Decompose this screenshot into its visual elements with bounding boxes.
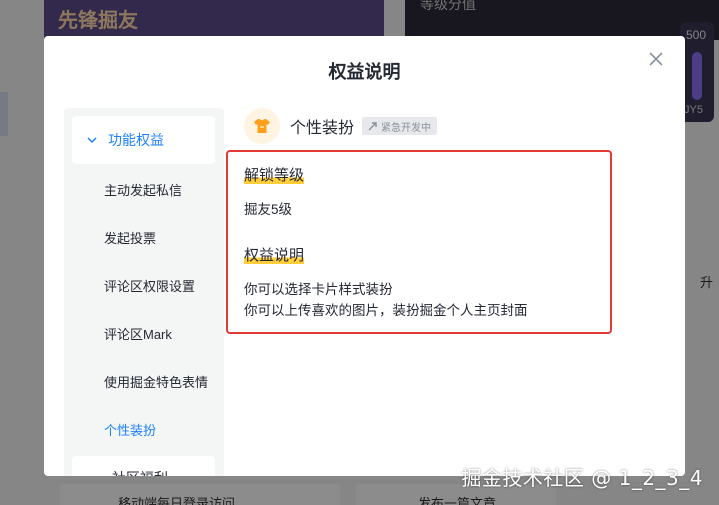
benefit-desc-title-text: 权益说明 [244, 247, 305, 264]
watermark-text: 掘金技术社区 @ 1_2_3_4 [461, 466, 703, 490]
sidebar-item-private-message[interactable]: 主动发起私信 [104, 180, 182, 199]
unlock-level-title: 解锁等级 [244, 164, 305, 185]
dev-status-badge: 紧急开发中 [362, 117, 438, 135]
modal-title: 权益说明 [328, 62, 401, 82]
sidebar-item-poll[interactable]: 发起投票 [104, 228, 156, 247]
tshirt-icon [254, 119, 270, 133]
unlock-level-title-text: 解锁等级 [244, 167, 305, 184]
sidebar-item-comment-permission[interactable]: 评论区权限设置 [104, 276, 195, 295]
feature-header: 个性装扮 紧急开发中 [244, 108, 438, 144]
benefit-desc-line-1: 你可以选择卡片样式装扮 [244, 282, 393, 297]
benefits-modal: 权益说明 功能权益 主动发起私信 发起投票 评论区权限设置 评论区Mark 使用… [44, 36, 685, 476]
sidebar-group-label: 功能权益 [108, 132, 164, 148]
unlock-level-value: 掘友5级 [244, 202, 293, 217]
sidebar-group-community-welfare[interactable]: 社区福利 [72, 456, 215, 476]
benefit-desc-title: 权益说明 [244, 244, 305, 265]
sidebar-group-feature-benefits[interactable]: 功能权益 [72, 116, 215, 164]
feature-icon-wrap [244, 108, 280, 144]
sidebar-item-comment-mark[interactable]: 评论区Mark [104, 324, 172, 343]
benefit-desc-line-2: 你可以上传喜欢的图片，装扮掘金个人主页封面 [244, 303, 528, 318]
sidebar-item-personal-decoration[interactable]: 个性装扮 [104, 420, 156, 439]
feature-name: 个性装扮 [290, 120, 355, 137]
trend-arrow-icon [368, 122, 377, 131]
chevron-down-icon [87, 137, 97, 144]
sidebar-item-special-emoji[interactable]: 使用掘金特色表情 [104, 372, 208, 391]
close-button[interactable] [645, 48, 667, 70]
close-icon [649, 52, 663, 66]
dev-status-text: 紧急开发中 [381, 122, 432, 134]
benefits-sidebar: 功能权益 主动发起私信 发起投票 评论区权限设置 评论区Mark 使用掘金特色表… [64, 108, 224, 476]
